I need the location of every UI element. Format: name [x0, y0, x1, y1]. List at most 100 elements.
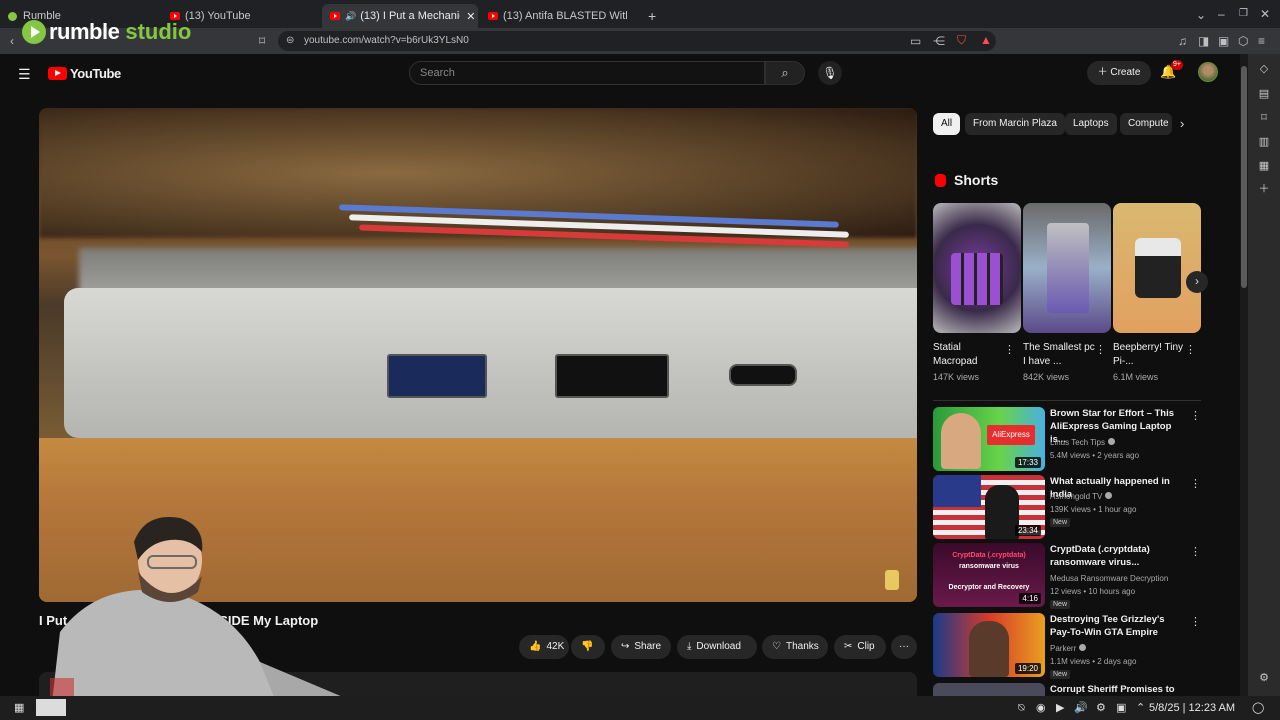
tab-current-video[interactable]: 🔊 (13) I Put a Mechanic ✕ [322, 4, 478, 28]
tray-clipboard-icon[interactable]: ▣ [1116, 700, 1126, 716]
short-thumbnail[interactable] [1113, 203, 1201, 333]
recommended-video[interactable]: 19:20 Destroying Tee Grizzley's Pay-To-W… [933, 613, 1201, 679]
tray-settings-icon[interactable]: ⚙ [1096, 700, 1106, 716]
tab-list-icon[interactable]: ⌄ [1196, 8, 1206, 22]
channel-name[interactable]: Medusa Ransomware Decryption [1050, 574, 1168, 583]
short-title[interactable]: Beepberry! Tiny Pi-... [1113, 341, 1187, 369]
tray-network-icon[interactable]: ⍉ [1018, 700, 1025, 716]
youtube-logo[interactable]: YouTube [48, 66, 121, 81]
account-avatar[interactable] [1198, 62, 1218, 82]
short-menu-icon[interactable]: ⋮ [1004, 343, 1015, 356]
download-button[interactable]: ⤓ Download [677, 635, 757, 659]
short-title[interactable]: The Smallest pc I have ... [1023, 341, 1097, 369]
start-menu-icon[interactable]: ▦ [14, 700, 24, 716]
voice-search-button[interactable]: 🎙 [818, 61, 842, 85]
like-button[interactable]: 👍 42K [519, 635, 569, 659]
minimize-icon[interactable]: – [1218, 7, 1225, 21]
chip-computers[interactable]: Compute [1120, 113, 1172, 135]
music-icon[interactable]: ♫ [1178, 34, 1187, 48]
video-thumbnail[interactable]: CryptData (.cryptdata) ransomware virus … [933, 543, 1045, 607]
close-tab-icon[interactable]: ✕ [466, 10, 475, 23]
site-info-icon[interactable]: ⊜ [286, 31, 294, 51]
search-input[interactable]: Search [409, 61, 765, 85]
taskbar-window-thumb[interactable] [36, 699, 66, 716]
hamburger-menu-icon[interactable]: ☰ [18, 66, 31, 83]
rail-history-icon[interactable]: ▥ [1257, 135, 1271, 149]
channel-watermark-icon[interactable] [885, 570, 899, 590]
rail-add-icon[interactable]: ＋ [1257, 182, 1271, 196]
scrollbar-thumb[interactable] [1241, 66, 1247, 288]
tray-media-icon[interactable]: ▶ [1056, 700, 1064, 716]
short-title[interactable]: Statial Macropad [933, 341, 1007, 369]
rail-bookmarks-icon[interactable]: ⌑ [1257, 111, 1271, 125]
recommended-video[interactable]: CryptData (.cryptdata) ransomware virus … [933, 543, 1201, 609]
video-thumbnail[interactable]: AliExpress 17:33 [933, 407, 1045, 471]
recommended-video-title[interactable]: CryptData (.cryptdata) ransomware virus.… [1050, 543, 1182, 569]
back-icon[interactable]: ‹ [10, 34, 14, 48]
thanks-icon: ♡ [772, 641, 781, 652]
chip-from-channel[interactable]: From Marcin Plaza [965, 113, 1065, 135]
video-thumbnail[interactable]: 23:34 [933, 475, 1045, 539]
thumbnail-person [941, 413, 981, 469]
sidebar-toggle-icon[interactable]: ◨ [1198, 34, 1209, 48]
tray-power-icon[interactable]: ◯ [1252, 700, 1264, 716]
tray-steam-icon[interactable]: ◉ [1036, 700, 1046, 716]
video-thumbnail[interactable]: 19:20 [933, 613, 1045, 677]
channel-name[interactable]: Asmongold TV [1050, 492, 1113, 501]
short-menu-icon[interactable]: ⋮ [1185, 343, 1196, 356]
chips-next-icon[interactable]: › [1180, 116, 1184, 131]
recommended-video[interactable]: 23:34 What actually happened in India As… [933, 475, 1201, 541]
thumbnail-text-3: Decryptor and Recovery [948, 584, 1030, 591]
chip-laptops[interactable]: Laptops [1065, 113, 1117, 135]
bookmark-icon[interactable]: ⌑ [259, 34, 265, 48]
url-field[interactable]: ⊜ youtube.com/watch?v=b6rUk3YLsN0 [278, 31, 996, 51]
shorts-icon [935, 173, 946, 187]
rail-wallet-icon[interactable]: ▦ [1257, 159, 1271, 173]
tray-expand-icon[interactable]: ⌃ [1136, 700, 1145, 716]
dislike-button[interactable]: 👎 [571, 635, 605, 659]
maximize-icon[interactable]: ❐ [1239, 7, 1248, 21]
rail-settings-icon[interactable]: ⚙ [1257, 671, 1271, 685]
plus-icon: ＋ [1097, 67, 1111, 78]
close-window-icon[interactable]: ✕ [1260, 7, 1270, 21]
rewards-icon[interactable]: ▲ [980, 33, 992, 47]
notification-badge: 9+ [1171, 60, 1183, 70]
share-page-icon[interactable]: ⋲ [933, 34, 945, 48]
more-actions-button[interactable]: ··· [891, 635, 917, 659]
video-thumbnail[interactable] [933, 683, 1045, 696]
tray-volume-icon[interactable]: 🔊 [1074, 700, 1088, 716]
recommended-video[interactable]: AliExpress 17:33 Brown Star for Effort –… [933, 407, 1201, 473]
channel-name[interactable]: Linus Tech Tips [1050, 438, 1115, 447]
video-laptop-body [64, 288, 917, 438]
taskbar-clock[interactable]: 5/8/25 | 12:23 AM [1149, 700, 1235, 716]
short-thumbnail[interactable] [1023, 203, 1111, 333]
shorts-next-button[interactable]: › [1186, 271, 1208, 293]
video-menu-icon[interactable]: ⋮ [1190, 545, 1201, 558]
menu-icon[interactable]: ≡ [1258, 34, 1265, 48]
rail-reading-icon[interactable]: ▤ [1257, 87, 1271, 101]
thanks-button[interactable]: ♡ Thanks [762, 635, 828, 659]
tab-antifa[interactable]: (13) Antifa BLASTED With M [480, 4, 636, 28]
new-tab-button[interactable]: + [640, 4, 660, 28]
tab-label: (13) I Put a Mechanic [360, 10, 461, 22]
channel-name[interactable]: Parkerr [1050, 644, 1087, 653]
rail-leo-icon[interactable]: ◇ [1257, 62, 1271, 76]
video-menu-icon[interactable]: ⋮ [1190, 615, 1201, 628]
recommended-video-title[interactable]: Destroying Tee Grizzley's Pay-To-Win GTA… [1050, 613, 1182, 639]
recommended-video-title[interactable]: Corrupt Sheriff Promises to [1050, 683, 1182, 696]
wallet-icon[interactable]: ▣ [1218, 34, 1229, 48]
create-button[interactable]: ＋ Create [1087, 61, 1151, 85]
new-badge: New [1050, 670, 1071, 679]
video-menu-icon[interactable]: ⋮ [1190, 477, 1201, 490]
cast-icon[interactable]: ▭ [910, 34, 921, 48]
video-menu-icon[interactable]: ⋮ [1190, 409, 1201, 422]
extensions-icon[interactable]: ⬡ [1238, 34, 1248, 48]
clip-button[interactable]: ✂ Clip [834, 635, 886, 659]
recommended-video[interactable]: Corrupt Sheriff Promises to [933, 683, 1201, 696]
short-menu-icon[interactable]: ⋮ [1095, 343, 1106, 356]
search-button[interactable]: ⌕ [765, 61, 805, 85]
chip-all[interactable]: All [933, 113, 961, 135]
short-thumbnail[interactable] [933, 203, 1021, 333]
brave-shield-icon[interactable]: ⛉ [957, 33, 966, 47]
share-button[interactable]: ↪ Share [611, 635, 671, 659]
